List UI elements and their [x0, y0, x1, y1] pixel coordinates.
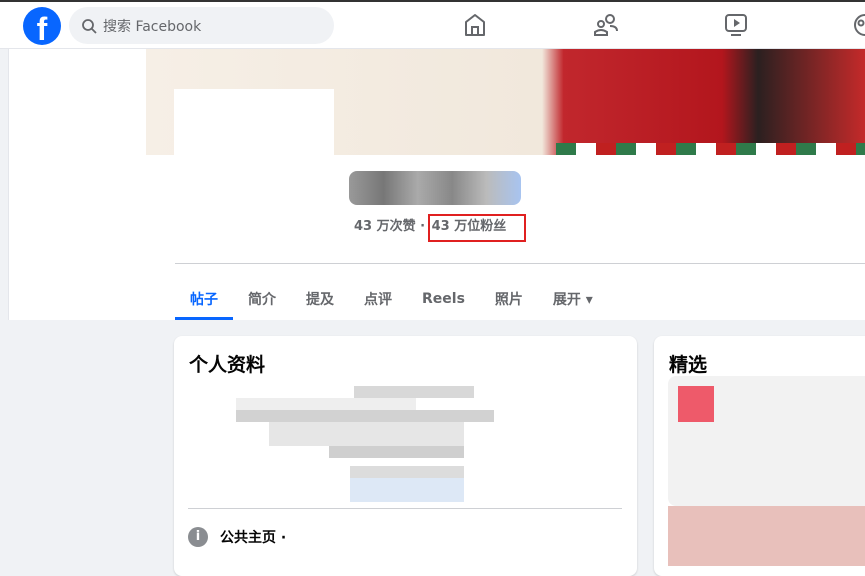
tab-posts[interactable]: 帖子: [175, 277, 233, 320]
divider: [188, 508, 622, 509]
blurred-bio: [354, 386, 474, 398]
profile-picture[interactable]: [174, 89, 334, 219]
page-category: i 公共主页 ·: [188, 527, 286, 547]
video-icon[interactable]: [723, 12, 749, 38]
tab-more[interactable]: 展开 ▾: [538, 277, 608, 320]
intro-title: 个人资料: [189, 354, 266, 376]
info-icon: i: [188, 527, 208, 547]
top-navigation-bar: f 搜索 Facebook: [0, 0, 865, 49]
featured-title: 精选: [669, 354, 708, 376]
tab-reviews[interactable]: 点评: [349, 277, 407, 320]
featured-card: 精选: [654, 336, 865, 576]
tab-reels[interactable]: Reels: [407, 277, 480, 320]
featured-image-blurred[interactable]: [668, 506, 865, 566]
intro-card: 个人资料 i 公共主页 ·: [174, 336, 637, 576]
facebook-logo[interactable]: f: [23, 7, 61, 45]
tab-about[interactable]: 简介: [233, 277, 291, 320]
likes-count[interactable]: 43 万次赞: [354, 219, 416, 234]
tab-mentions[interactable]: 提及: [291, 277, 349, 320]
page-category-label: 公共主页 ·: [220, 530, 287, 546]
profile-header: 43 万次赞 · 43 万位粉丝 帖子 简介 提及 点评 Reels 照片 展开…: [8, 49, 865, 320]
home-icon[interactable]: [463, 12, 487, 38]
tab-photos[interactable]: 照片: [480, 277, 538, 320]
profile-tabs: 帖子 简介 提及 点评 Reels 照片 展开 ▾: [175, 277, 608, 320]
groups-icon[interactable]: [852, 12, 865, 38]
profile-name-blurred: [349, 171, 521, 205]
search-input[interactable]: 搜索 Facebook: [69, 7, 334, 44]
profile-stats: 43 万次赞 · 43 万位粉丝: [354, 214, 527, 242]
followers-count[interactable]: 43 万位粉丝: [427, 214, 527, 242]
friends-icon[interactable]: [593, 12, 619, 38]
divider: [175, 263, 865, 264]
search-icon: [82, 18, 97, 34]
search-placeholder: 搜索 Facebook: [103, 18, 202, 35]
